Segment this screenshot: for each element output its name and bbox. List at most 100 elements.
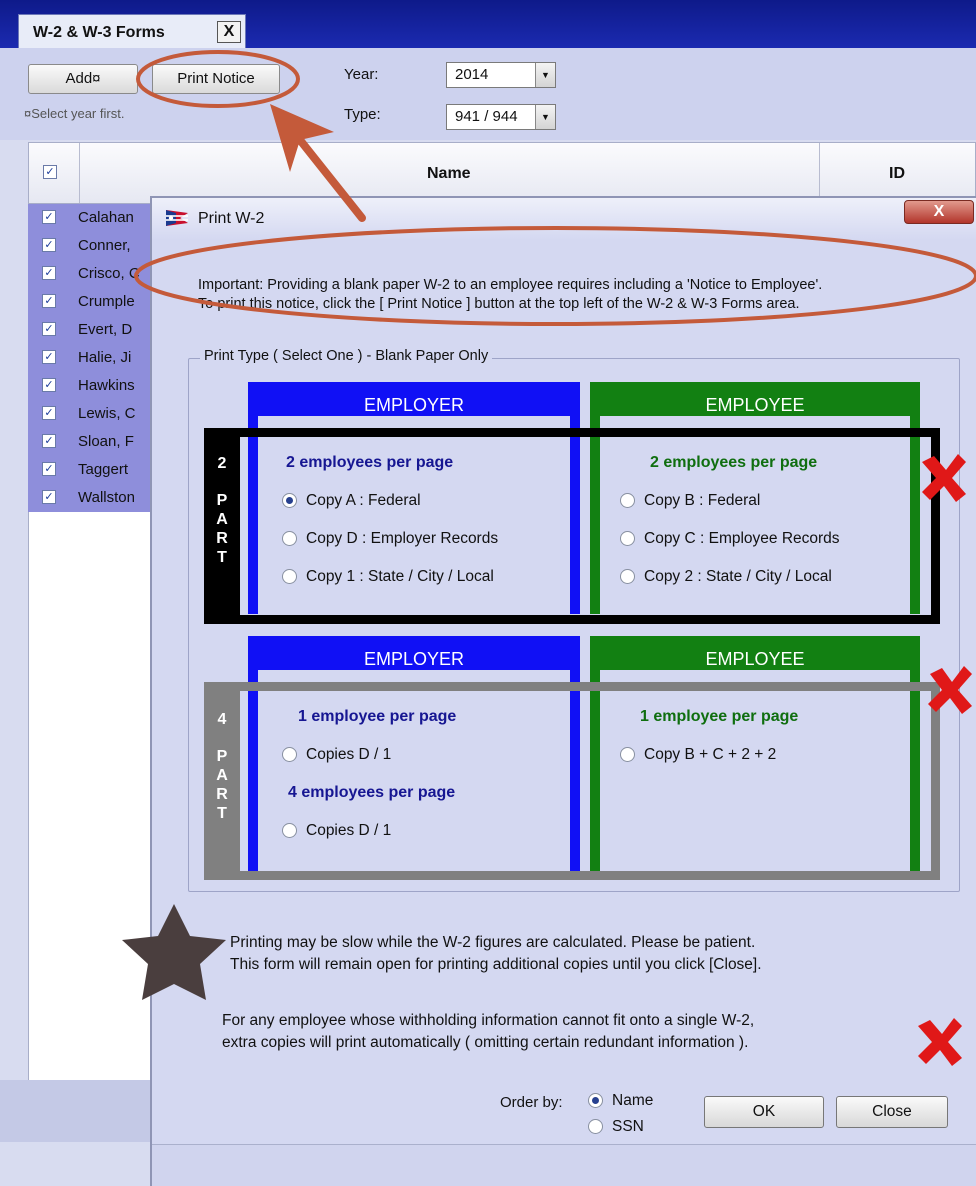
ok-button[interactable]: OK <box>704 1096 824 1128</box>
employee-name: Calahan <box>78 209 134 226</box>
table-row[interactable]: ✓ Crumple <box>28 288 158 316</box>
strip-char: P <box>216 748 228 765</box>
option-label: Copy A : Federal <box>306 492 421 509</box>
important-line-2: To print this notice, click the [ Print … <box>198 296 800 312</box>
ohio-flag-icon <box>166 210 188 226</box>
row-checkbox[interactable]: ✓ <box>42 322 56 336</box>
option-label: Copy C : Employee Records <box>644 530 840 547</box>
two-part-strip: 2 P A R T <box>204 428 240 624</box>
table-row[interactable]: ✓ Halie, Ji <box>28 344 158 372</box>
toolbar: Add¤ Print Notice ¤Select year first. Ye… <box>0 48 976 140</box>
column-header-id[interactable]: ID <box>889 165 905 183</box>
important-notice: Important: Providing a blank paper W-2 t… <box>198 276 976 314</box>
dialog-title-bar[interactable]: Print W-2 X <box>152 198 976 240</box>
radio-button[interactable] <box>620 569 635 584</box>
strip-char: T <box>217 805 227 822</box>
four-part-employee-subhead: 1 employee per page <box>640 708 799 725</box>
note-line: For any employee whose withholding infor… <box>222 1012 755 1029</box>
row-checkbox[interactable]: ✓ <box>42 294 56 308</box>
employee-name: Conner, <box>78 237 131 254</box>
table-row[interactable]: ✓ Conner, <box>28 232 158 260</box>
year-value: 2014 <box>455 66 489 83</box>
option-label: Copy B : Federal <box>644 492 761 509</box>
row-checkbox[interactable]: ✓ <box>42 238 56 252</box>
employee-name: Hawkins <box>78 377 135 394</box>
printing-slow-note: Printing may be slow while the W-2 figur… <box>230 932 762 976</box>
row-checkbox[interactable]: ✓ <box>42 378 56 392</box>
radio-button[interactable] <box>620 747 635 762</box>
row-checkbox[interactable]: ✓ <box>42 462 56 476</box>
type-value: 941 / 944 <box>455 108 518 125</box>
column-divider <box>79 143 80 203</box>
year-select[interactable]: 2014 ▼ <box>446 62 556 88</box>
table-row[interactable]: ✓ Taggert <box>28 456 158 484</box>
row-checkbox[interactable]: ✓ <box>42 210 56 224</box>
radio-button[interactable] <box>282 747 297 762</box>
radio-button[interactable] <box>282 569 297 584</box>
strip-char: P <box>216 492 228 509</box>
table-row[interactable]: ✓ Wallston <box>28 484 158 512</box>
radio-button[interactable] <box>620 531 635 546</box>
dialog-close-button[interactable]: X <box>904 200 974 224</box>
year-label: Year: <box>344 66 379 83</box>
table-row[interactable]: ✓ Lewis, C <box>28 400 158 428</box>
option-label: Copies D / 1 <box>306 822 392 839</box>
employee-name: Crisco, C <box>78 265 140 282</box>
table-row[interactable]: ✓ Sloan, F <box>28 428 158 456</box>
row-checkbox[interactable]: ✓ <box>42 406 56 420</box>
add-button[interactable]: Add¤ <box>28 64 138 94</box>
column-header-name[interactable]: Name <box>427 165 471 183</box>
table-row[interactable]: ✓ Calahan <box>28 204 158 232</box>
row-checkbox[interactable]: ✓ <box>42 490 56 504</box>
table-row[interactable]: ✓ Crisco, C <box>28 260 158 288</box>
radio-button[interactable] <box>282 493 297 508</box>
row-checkbox[interactable]: ✓ <box>42 350 56 364</box>
option-label: Copies D / 1 <box>306 746 392 763</box>
order-by-label: Order by: <box>500 1094 563 1111</box>
strip-char: A <box>216 511 228 528</box>
important-line-1: Important: Providing a blank paper W-2 t… <box>198 277 823 293</box>
two-part-employee-subhead: 2 employees per page <box>650 454 818 471</box>
strip-char: 4 <box>217 711 227 728</box>
strip-char: 2 <box>217 455 227 472</box>
select-year-hint: ¤Select year first. <box>24 106 125 121</box>
print-w2-dialog: Print W-2 X Important: Providing a blank… <box>150 196 976 1186</box>
radio-button[interactable] <box>588 1119 603 1134</box>
radio-button[interactable] <box>620 493 635 508</box>
option-label: Copy 1 : State / City / Local <box>306 568 494 585</box>
close-button[interactable]: Close <box>836 1096 948 1128</box>
employee-name: Sloan, F <box>78 433 134 450</box>
radio-button[interactable] <box>282 531 297 546</box>
four-part-employer-subhead-1: 1 employee per page <box>298 708 457 725</box>
chevron-down-icon[interactable]: ▼ <box>535 63 555 87</box>
tab-close-button[interactable]: X <box>217 21 241 43</box>
option-label: Copy B + C + 2 + 2 <box>644 746 777 763</box>
radio-button[interactable] <box>282 823 297 838</box>
type-label: Type: <box>344 106 381 123</box>
option-label: Copy 2 : State / City / Local <box>644 568 832 585</box>
option-label: SSN <box>612 1118 644 1135</box>
note-line: This form will remain open for printing … <box>230 956 762 973</box>
print-notice-button[interactable]: Print Notice <box>152 64 280 94</box>
dialog-title: Print W-2 <box>198 210 265 227</box>
extra-copies-note: For any employee whose withholding infor… <box>222 1010 754 1054</box>
note-line: extra copies will print automatically ( … <box>222 1034 749 1051</box>
row-checkbox[interactable]: ✓ <box>42 266 56 280</box>
table-row[interactable]: ✓ Evert, D <box>28 316 158 344</box>
row-checkbox[interactable]: ✓ <box>42 434 56 448</box>
tab-title: W-2 & W-3 Forms <box>33 24 165 41</box>
radio-button[interactable] <box>588 1093 603 1108</box>
employee-name: Lewis, C <box>78 405 136 422</box>
employee-name: Halie, Ji <box>78 349 132 366</box>
employee-name: Taggert <box>78 461 129 478</box>
employee-name: Evert, D <box>78 321 133 338</box>
option-label: Copy D : Employer Records <box>306 530 499 547</box>
strip-char: T <box>217 549 227 566</box>
tab-w2-w3-forms[interactable]: W-2 & W-3 Forms X <box>18 14 246 48</box>
employee-name: Crumple <box>78 293 135 310</box>
table-row[interactable]: ✓ Hawkins <box>28 372 158 400</box>
chevron-down-icon[interactable]: ▼ <box>535 105 555 129</box>
type-select[interactable]: 941 / 944 ▼ <box>446 104 556 130</box>
select-all-checkbox[interactable]: ✓ <box>43 165 57 179</box>
print-type-legend: Print Type ( Select One ) - Blank Paper … <box>200 348 493 364</box>
